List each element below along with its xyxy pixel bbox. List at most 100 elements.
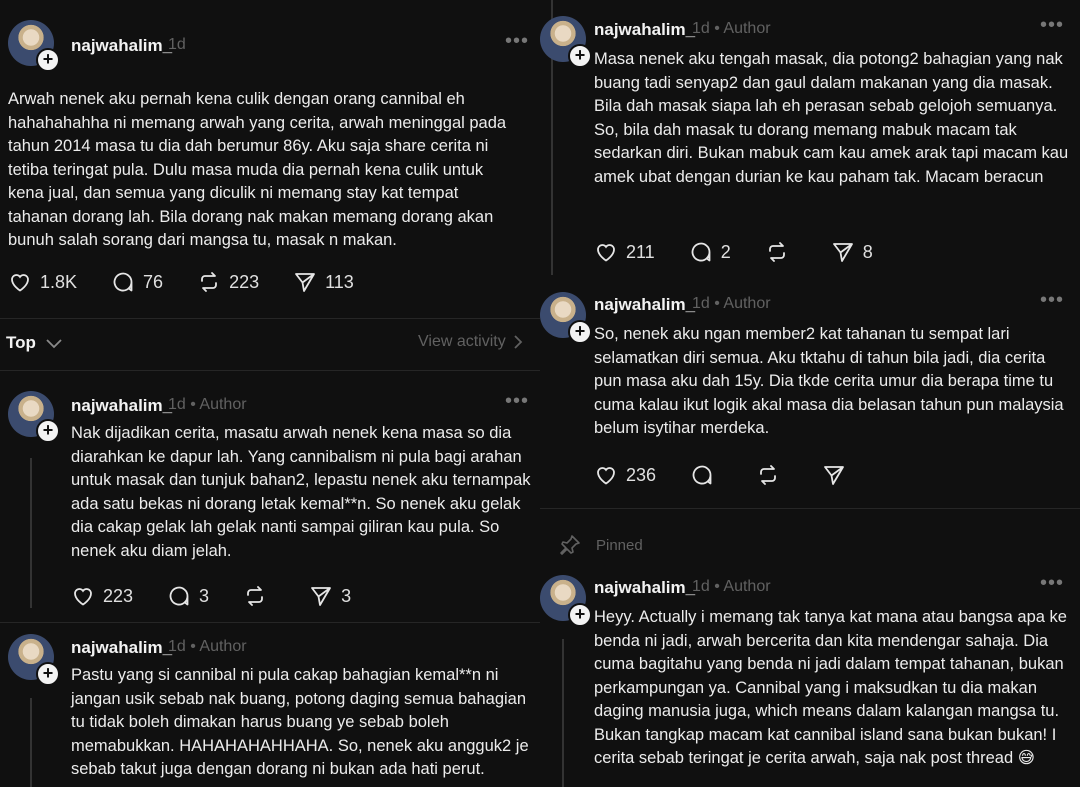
post-meta: 1d • Author [692,578,771,595]
more-icon[interactable]: ••• [1040,572,1064,595]
repost-icon [201,272,217,292]
avatar[interactable]: + [540,575,592,627]
share-count: 3 [341,585,352,606]
comment-icon [169,586,189,606]
post-meta: 1d • Author [692,295,771,312]
share-icon [311,587,331,606]
like-count: 236 [626,464,657,485]
repost-icon [760,465,776,485]
pinned-indicator: Pinned [558,533,643,557]
reply-post: + najwahalim_ 1d • Author ••• So, nenek … [540,280,1080,508]
repost-button[interactable] [243,584,275,608]
main-post: + najwahalim_ 1d ••• Arwah nenek aku per… [0,0,540,320]
like-button[interactable]: 211 [594,240,655,264]
post-actions: 236 [594,463,888,487]
reply-post: + najwahalim_ 1d • Author ••• Masa nenek… [540,0,1080,280]
avatar[interactable]: + [8,391,60,443]
like-count: 211 [626,241,655,262]
divider [540,508,1080,509]
reply-post: + najwahalim_ 1d • Author ••• Nak dijadi… [0,372,540,620]
avatar[interactable]: + [540,16,592,68]
post-time: 1d [168,638,186,655]
reply-count: 3 [199,585,210,606]
share-icon [824,466,844,485]
reply-button[interactable] [690,463,722,487]
plus-icon[interactable]: + [568,603,592,627]
comment-icon [691,242,711,262]
view-activity-link[interactable]: View activity [418,333,524,351]
left-thread-panel: + najwahalim_ 1d ••• Arwah nenek aku per… [0,0,540,787]
chevron-right-icon [514,335,523,349]
share-button[interactable]: 113 [293,270,354,294]
username[interactable]: najwahalim_ [71,638,172,658]
post-text: So, nenek aku ngan member2 kat tahanan t… [594,325,1064,437]
avatar[interactable]: + [540,292,592,344]
like-count: 1.8K [40,271,78,292]
more-icon[interactable]: ••• [1040,14,1064,37]
repost-button[interactable]: 223 [197,270,259,294]
divider [0,370,540,371]
heart-icon [597,467,615,485]
heart-icon [597,244,615,262]
more-icon[interactable]: ••• [505,30,529,53]
reply-post: + najwahalim_ 1d • Author ••• Heyy. Actu… [540,565,1080,787]
post-text: Masa nenek aku tengah masak, dia potong2… [594,50,1069,186]
share-button[interactable]: 8 [831,240,873,264]
reply-button[interactable]: 76 [111,270,163,294]
username[interactable]: najwahalim_ [594,20,695,40]
author-badge: Author [723,578,771,595]
username[interactable]: najwahalim_ [594,295,695,315]
plus-icon[interactable]: + [36,419,60,443]
thread-line [30,698,32,787]
author-badge: Author [199,396,247,413]
post-time: 1d [168,396,186,413]
share-button[interactable] [822,463,854,487]
avatar[interactable]: + [8,20,60,72]
more-icon[interactable]: ••• [505,390,529,413]
plus-icon[interactable]: + [568,320,592,344]
post-text: Nak dijadikan cerita, masatu arwah nenek… [71,424,531,560]
author-badge: Author [723,295,771,312]
reply-button[interactable]: 3 [167,584,209,608]
like-button[interactable]: 236 [594,463,656,487]
post-time: 1d [692,20,710,37]
reply-count: 76 [143,271,164,292]
username[interactable]: najwahalim_ [594,578,695,598]
share-icon [295,273,316,292]
avatar[interactable]: + [8,634,60,686]
reply-count: 2 [720,241,731,262]
reply-post: + najwahalim_ 1d • Author Pastu yang si … [0,624,540,787]
post-actions: 223 3 3 [71,584,385,608]
post-actions: 1.8K 76 223 113 [8,270,388,294]
sort-row: Top View activity [0,330,540,360]
username[interactable]: najwahalim_ [71,36,172,56]
sort-label: Top [6,333,36,352]
plus-icon[interactable]: + [36,662,60,686]
divider [0,318,540,319]
thread-line [30,458,32,608]
post-time: 1d [692,578,710,595]
username[interactable]: najwahalim_ [71,396,172,416]
sort-dropdown[interactable]: Top [6,333,64,353]
share-count: 113 [325,271,354,292]
like-button[interactable]: 223 [71,584,133,608]
post-meta: 1d • Author [168,638,247,655]
repost-button[interactable] [756,463,788,487]
author-badge: Author [723,20,771,37]
post-time: 1d [692,295,710,312]
post-text: Heyy. Actually i memang tak tanya kat ma… [594,608,1067,767]
share-icon [832,243,853,262]
post-meta: 1d • Author [168,396,247,413]
right-thread-panel: + najwahalim_ 1d • Author ••• Masa nenek… [540,0,1080,787]
post-meta: 1d • Author [692,20,771,37]
like-button[interactable]: 1.8K [8,270,77,294]
repost-button[interactable] [765,240,797,264]
more-icon[interactable]: ••• [1040,289,1064,312]
repost-icon [768,242,785,262]
author-badge: Author [199,638,247,655]
view-activity-label: View activity [418,333,506,350]
plus-icon[interactable]: + [36,48,60,72]
plus-icon[interactable]: + [568,44,592,68]
reply-button[interactable]: 2 [689,240,731,264]
share-button[interactable]: 3 [309,584,351,608]
